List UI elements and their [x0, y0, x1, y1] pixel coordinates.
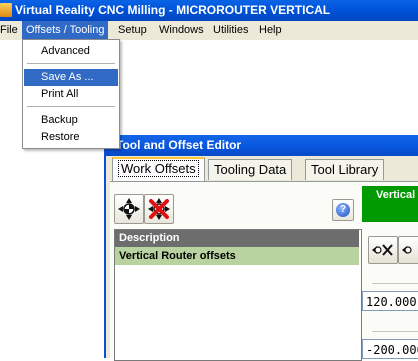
- offset-values-column: Vertical 120.000 -200.000: [362, 182, 418, 359]
- machine-header-label: Vertical: [376, 189, 416, 201]
- menu-file[interactable]: File: [0, 21, 20, 40]
- help-icon: ?: [336, 203, 350, 217]
- menu-windows[interactable]: Windows: [155, 21, 208, 40]
- menu-setup[interactable]: Setup: [114, 21, 151, 40]
- set-x-button[interactable]: [368, 236, 398, 264]
- offsets-tooling-menu: Advanced Save As ... Print All Backup Re…: [22, 39, 120, 149]
- menu-item-print-all[interactable]: Print All: [24, 86, 118, 103]
- menu-item-restore[interactable]: Restore: [24, 129, 118, 146]
- machine-header: Vertical: [362, 186, 418, 222]
- tab-work-offsets[interactable]: Work Offsets: [112, 157, 205, 181]
- divider: [372, 283, 418, 284]
- set-next-button[interactable]: [398, 236, 418, 264]
- offset-value-field[interactable]: 120.000: [362, 291, 418, 311]
- delete-offset-button[interactable]: [144, 194, 174, 224]
- list-header-description[interactable]: Description: [115, 230, 359, 247]
- menu-separator: [27, 63, 115, 64]
- divider: [372, 331, 418, 332]
- app-icon: [0, 3, 12, 17]
- menu-help[interactable]: Help: [255, 21, 286, 40]
- menu-bar: File Offsets / Tooling Setup Windows Uti…: [0, 21, 418, 40]
- tool-offset-editor-window: Tool and Offset Editor Work Offsets Tool…: [104, 135, 418, 361]
- tab-tooling-data[interactable]: Tooling Data: [208, 159, 293, 180]
- window-title: Virtual Reality CNC Milling - MICROROUTE…: [15, 3, 331, 17]
- menu-item-advanced[interactable]: Advanced: [24, 43, 118, 60]
- menu-utilities[interactable]: Utilities: [209, 21, 252, 40]
- work-offsets-panel: ? Description Vertical Router offsets Ve…: [110, 181, 418, 361]
- menu-item-backup[interactable]: Backup: [24, 112, 118, 129]
- menu-separator: [27, 106, 115, 107]
- help-button[interactable]: ?: [332, 199, 354, 221]
- editor-title-bar[interactable]: Tool and Offset Editor: [106, 135, 418, 156]
- menu-offsets-tooling[interactable]: Offsets / Tooling: [22, 21, 109, 40]
- main-title-bar: Virtual Reality CNC Milling - MICROROUTE…: [0, 0, 418, 21]
- move-offset-button[interactable]: [114, 194, 144, 224]
- offsets-list: Description Vertical Router offsets: [114, 229, 362, 361]
- set-next-icon: [402, 246, 412, 254]
- move-offset-icon: [118, 198, 140, 220]
- editor-title: Tool and Offset Editor: [116, 138, 242, 152]
- tab-tool-library[interactable]: Tool Library: [305, 159, 385, 180]
- list-item[interactable]: Vertical Router offsets: [115, 247, 359, 265]
- offset-value-field[interactable]: -200.000: [362, 339, 418, 359]
- editor-tabs: Work Offsets Tooling Data Tool Library: [106, 157, 418, 181]
- delete-offset-icon: [148, 198, 170, 220]
- tab-work-offsets-label: Work Offsets: [118, 160, 199, 177]
- set-x-icon: [372, 244, 393, 256]
- menu-item-save-as[interactable]: Save As ...: [24, 69, 118, 86]
